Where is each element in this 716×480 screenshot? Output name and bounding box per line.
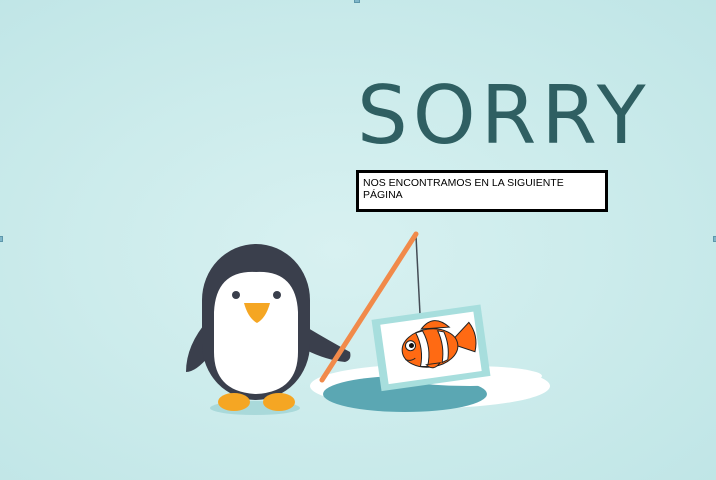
penguin-right-foot: [263, 393, 295, 411]
fishing-line: [415, 235, 421, 315]
penguin-fishing-illustration: [186, 231, 550, 415]
penguin-right-eye: [273, 291, 281, 299]
clownfish-card: [371, 304, 491, 392]
penguin-belly: [214, 271, 298, 394]
penguin-left-foot: [218, 393, 250, 411]
penguin-left-eye: [232, 291, 240, 299]
slide-canvas: SORRY NOS ENCONTRAMOS EN LA SIGUIENTE PÁ…: [0, 0, 716, 480]
